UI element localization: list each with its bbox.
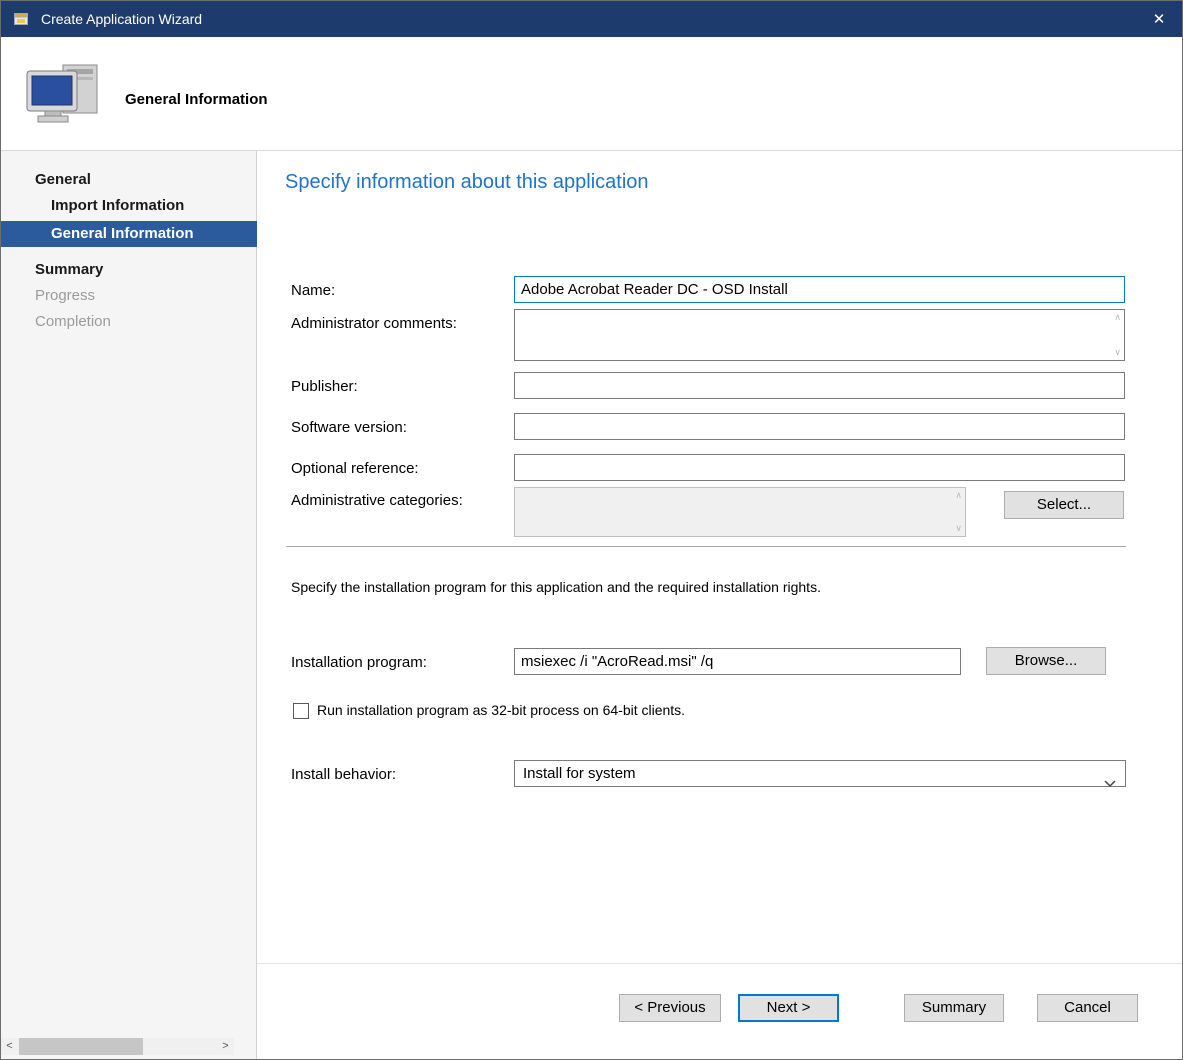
name-input[interactable] [514,276,1125,303]
admin-categories-label: Administrative categories: [291,492,463,509]
install-behavior-select[interactable]: Install for system [514,760,1126,787]
nav-item-general[interactable]: General [35,167,91,193]
admin-comments-field: ∧ ∨ [514,309,1125,361]
optional-reference-label: Optional reference: [291,460,419,477]
admin-comments-input[interactable] [515,310,1124,360]
install-behavior-value: Install for system [523,765,636,782]
scroll-up-icon: ∧ [1114,313,1121,322]
previous-button[interactable]: < Previous [619,994,721,1022]
scroll-down-icon: ∨ [1114,348,1121,357]
close-icon: ✕ [1153,10,1166,28]
software-version-label: Software version: [291,419,407,436]
cancel-button[interactable]: Cancel [1037,994,1138,1022]
run-32bit-checkbox[interactable] [293,703,309,719]
name-label: Name: [291,282,335,299]
chevron-down-icon [1104,771,1116,796]
nav-item-completion: Completion [35,309,111,335]
section-divider [286,546,1126,547]
wizard-nav-sidebar: General Import Information General Infor… [1,151,257,1059]
footer-divider [257,963,1182,964]
create-application-wizard-window: Create Application Wizard ✕ General Info… [0,0,1183,1060]
admin-categories-field: ∧ ∨ [514,487,966,537]
nav-item-progress: Progress [35,283,95,309]
content-heading: Specify information about this applicati… [285,171,649,194]
software-version-input[interactable] [514,413,1125,440]
nav-item-general-information-selected[interactable]: General Information [1,221,257,247]
install-behavior-label: Install behavior: [291,766,396,783]
computer-icon [23,63,103,132]
wizard-header: General Information [1,37,1182,151]
run-32bit-label[interactable]: Run installation program as 32-bit proce… [317,702,685,718]
scroll-right-icon[interactable]: > [217,1038,234,1055]
admin-comments-label: Administrator comments: [291,315,457,332]
wizard-window-icon [13,10,31,28]
install-section-description: Specify the installation program for thi… [291,579,821,595]
titlebar: Create Application Wizard ✕ [1,1,1182,37]
next-button[interactable]: Next > [738,994,839,1022]
scrollbar-thumb[interactable] [19,1038,143,1055]
optional-reference-input[interactable] [514,454,1125,481]
wizard-content: Specify information about this applicati… [257,151,1182,1059]
nav-item-import-information[interactable]: Import Information [51,193,184,219]
summary-button[interactable]: Summary [904,994,1004,1022]
page-title: General Information [125,91,268,108]
admin-categories-input [515,488,965,536]
select-categories-button[interactable]: Select... [1004,491,1124,519]
close-button[interactable]: ✕ [1136,1,1182,37]
window-title: Create Application Wizard [41,11,202,27]
browse-button[interactable]: Browse... [986,647,1106,675]
installation-program-input[interactable] [514,648,961,675]
scroll-left-icon[interactable]: < [1,1038,18,1055]
publisher-input[interactable] [514,372,1125,399]
installation-program-label: Installation program: [291,654,427,671]
scroll-up-icon: ∧ [955,491,962,500]
horizontal-scrollbar[interactable]: < > [1,1038,234,1055]
nav-item-summary[interactable]: Summary [35,257,103,283]
publisher-label: Publisher: [291,378,358,395]
scroll-down-icon: ∨ [955,524,962,533]
